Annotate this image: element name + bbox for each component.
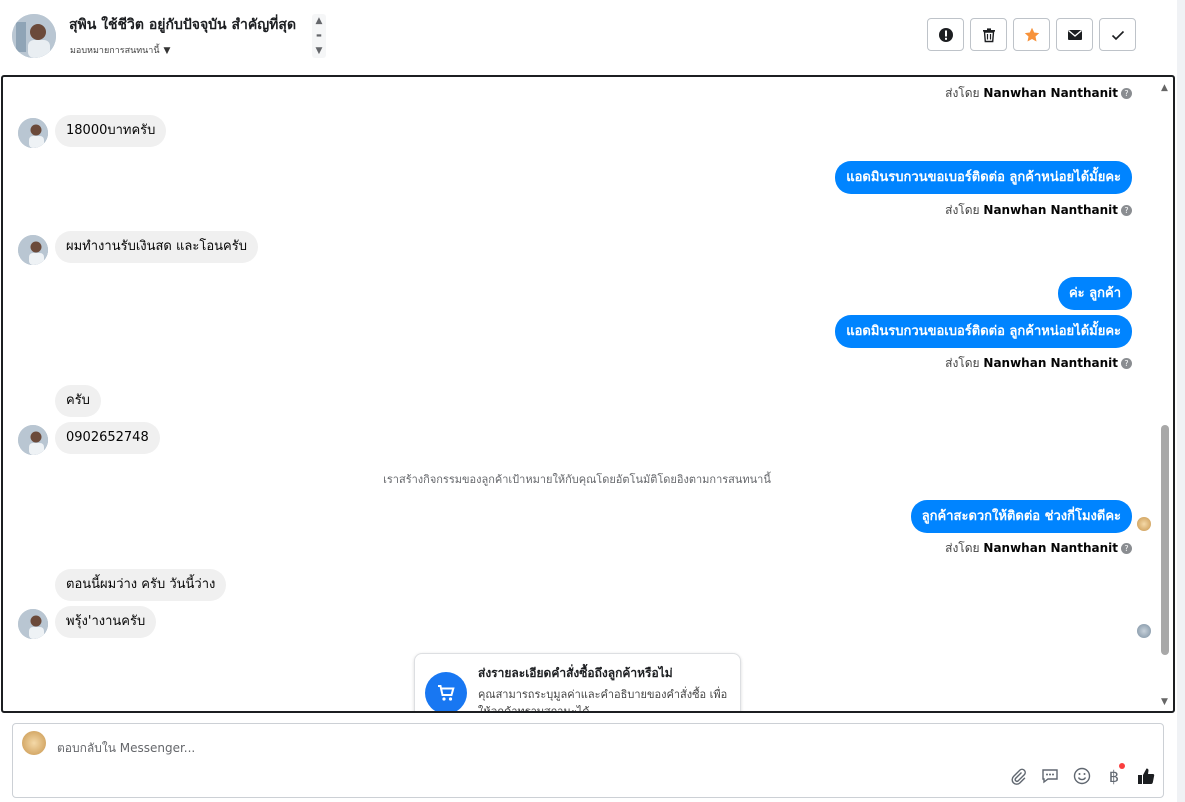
thumbs-up-icon[interactable] [1135,765,1157,787]
paperclip-icon[interactable] [1007,765,1029,787]
sent-by-label: ส่งโดย Nanwhan Nanthanit? [945,84,1132,103]
delete-button[interactable] [970,18,1007,51]
more-dots-icon: ▬ [316,32,322,39]
reply-composer[interactable]: ตอบกลับใน Messenger... ฿ [12,723,1164,798]
incoming-message[interactable]: พรุ้ง'างานครับ [55,606,157,638]
order-prompt-description: คุณสามารถระบุมูลค่าและคำอธิบายของคำสั่งซ… [478,688,728,713]
help-icon[interactable]: ? [1121,358,1132,369]
done-button[interactable] [1099,18,1136,51]
emoji-icon[interactable] [1071,765,1093,787]
star-icon [1024,27,1039,41]
customer-avatar-small[interactable] [18,235,48,265]
reply-input[interactable]: ตอบกลับใน Messenger... [57,739,195,758]
up-arrow-icon[interactable]: ▲ [316,16,323,26]
conversation-header: สุพิน ใช้ชีวิต อยู่กับปัจจุบัน สำคัญที่ส… [0,0,1175,74]
message-thread[interactable]: ส่งโดย Nanwhan Nanthanit? 18000บาทครับ แ… [1,75,1175,713]
scroll-down-icon[interactable]: ▼ [1161,697,1168,707]
help-icon[interactable]: ? [1121,205,1132,216]
baht-icon[interactable]: ฿ [1103,763,1125,787]
window-edge [1177,0,1185,802]
sent-by-label: ส่งโดย Nanwhan Nanthanit? [945,201,1132,220]
caret-down-icon: ▼ [163,46,171,56]
customer-avatar-small[interactable] [18,609,48,639]
trash-icon [982,27,995,42]
scroll-up-icon[interactable]: ▲ [1161,83,1168,93]
conversation-nav[interactable]: ▲ ▬ ▼ [312,14,326,58]
sent-by-label: ส่งโดย Nanwhan Nanthanit? [945,539,1132,558]
order-details-prompt[interactable]: ส่งรายละเอียดคำสั่งซื้อถึงลูกค้าหรือไม่ … [414,653,741,713]
outgoing-message[interactable]: ค่ะ ลูกค้า [1057,277,1132,310]
incoming-message[interactable]: ผมทำงานรับเงินสด และโอนครับ [55,231,258,263]
down-arrow-icon[interactable]: ▼ [316,46,323,56]
thread-scrollbar[interactable]: ▲ ▼ [1159,77,1171,711]
assign-conversation-dropdown[interactable]: มอบหมายการสนทนานี้ ▼ [70,43,170,57]
seen-avatar [1137,517,1151,531]
help-icon[interactable]: ? [1121,88,1132,99]
exclamation-icon [938,27,953,42]
customer-name: สุพิน ใช้ชีวิต อยู่กับปัจจุบัน สำคัญที่ส… [69,17,297,33]
assign-label: มอบหมายการสนทนานี้ [70,46,160,56]
composer-tools: ฿ [1007,763,1157,787]
header-actions [927,18,1136,51]
sent-by-label: ส่งโดย Nanwhan Nanthanit? [945,354,1132,373]
outgoing-message[interactable]: แอดมินรบกวนขอเบอร์ติดต่อ ลูกค้าหน่อยได้ม… [835,161,1132,194]
outgoing-message[interactable]: ลูกค้าสะดวกให้ติดต่อ ช่วงกี่โมงดีคะ [910,500,1132,533]
incoming-message[interactable]: ครับ [55,385,101,417]
cart-icon [425,672,467,711]
customer-avatar-small[interactable] [18,425,48,455]
customer-avatar[interactable] [12,14,56,58]
envelope-icon [1067,29,1082,40]
incoming-message[interactable]: 0902652748 [55,422,160,454]
help-icon[interactable]: ? [1121,543,1132,554]
spam-button[interactable] [927,18,964,51]
customer-avatar-small[interactable] [18,118,48,148]
scrollbar-thumb[interactable] [1161,425,1169,655]
star-button[interactable] [1013,18,1050,51]
incoming-message[interactable]: 18000บาทครับ [55,115,167,147]
check-icon [1111,30,1124,40]
incoming-message[interactable]: ตอนนี้ผมว่าง ครับ วันนี้ว่าง [55,569,227,601]
mark-unread-button[interactable] [1056,18,1093,51]
agent-avatar [22,731,46,755]
notification-dot [1119,763,1125,769]
system-note: เราสร้างกิจกรรมของลูกค้าเป้าหมายให้กับคุ… [383,473,771,486]
order-prompt-title: ส่งรายละเอียดคำสั่งซื้อถึงลูกค้าหรือไม่ [478,666,673,680]
outgoing-message[interactable]: แอดมินรบกวนขอเบอร์ติดต่อ ลูกค้าหน่อยได้ม… [835,315,1132,348]
read-receipt-avatar [1137,624,1151,638]
saved-reply-icon[interactable] [1039,765,1061,787]
